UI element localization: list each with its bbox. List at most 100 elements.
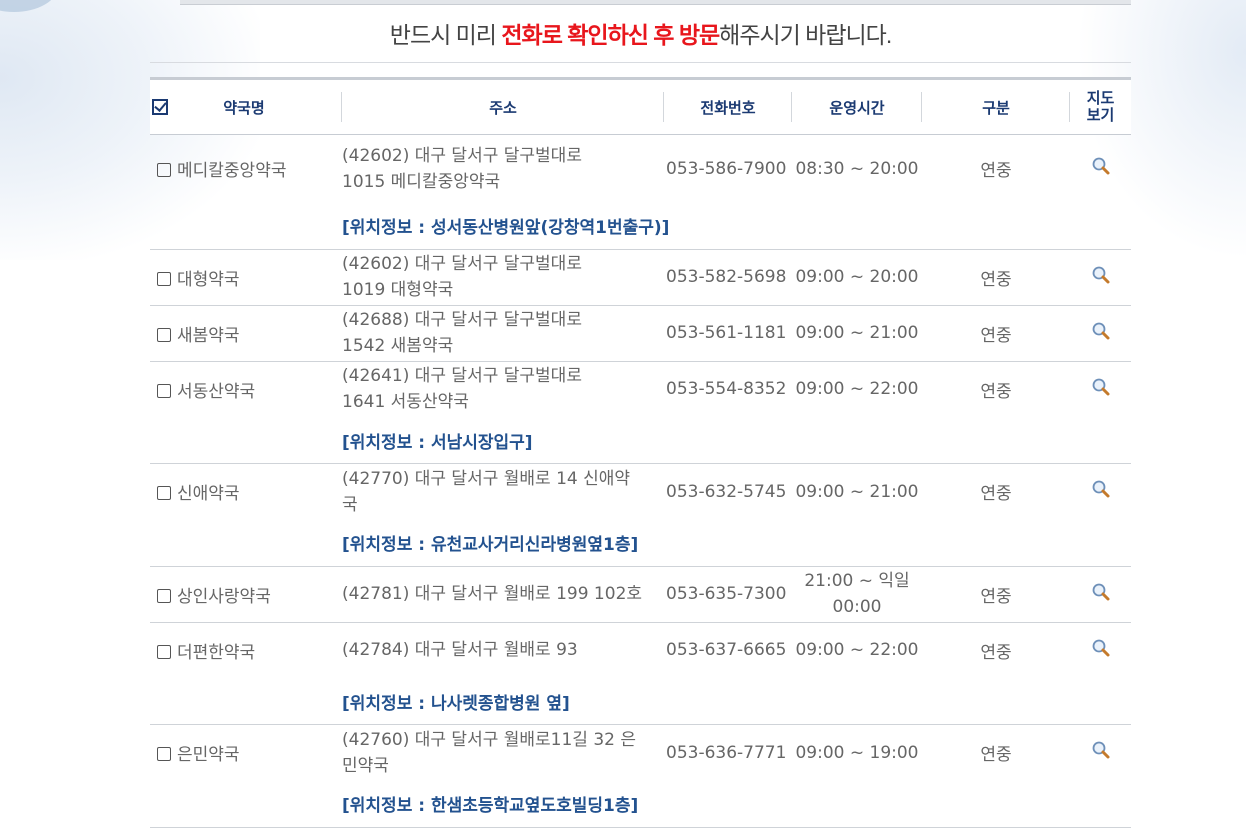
address-line-2: 1015 메디칼중앙약국 <box>342 171 501 192</box>
map-view-button[interactable] <box>1091 480 1111 504</box>
map-view-button[interactable] <box>1091 583 1111 607</box>
header-category: 구분 <box>922 77 1070 135</box>
hours-cell: 09:00 ~ 20:00 <box>792 249 922 306</box>
hours-line-1: 09:00 ~ 19:00 <box>795 742 919 763</box>
phone-number: 053-637-6665 <box>666 640 787 661</box>
location-row: [위치정보 : 성서동산병원앞(강창역1번출구)] <box>150 202 1131 250</box>
pharmacy-name: 더편한약국 <box>177 642 256 663</box>
phone-cell: 053-561-1181 <box>664 305 792 362</box>
hours-cell: 21:00 ~ 익일 00:00 <box>792 566 922 623</box>
hours-line-1: 09:00 ~ 21:00 <box>795 481 919 502</box>
map-cell <box>1070 361 1131 417</box>
category-cell: 연중 <box>922 464 1070 520</box>
hours-cell: 08:30 ~ 20:00 <box>792 135 922 203</box>
category-label: 연중 <box>980 484 1012 505</box>
row-checkbox[interactable] <box>157 588 171 603</box>
map-cell <box>1070 464 1131 520</box>
map-cell <box>1070 725 1131 781</box>
magnifier-icon <box>1092 378 1109 396</box>
header-address: 주소 <box>342 77 664 135</box>
row-checkbox[interactable] <box>157 747 171 762</box>
table-row: 상인사랑약국 (42781) 대구 달서구 월배로 199 102호 053-635… <box>150 566 1131 623</box>
location-row: [위치정보 : 유천교사거리신라병원옆1층] <box>150 519 1131 567</box>
notice-text-3: 해주시기 바랍니다. <box>719 22 892 48</box>
map-view-button[interactable] <box>1091 157 1111 181</box>
pharmacy-name-cell: 서동산약국 <box>150 361 342 417</box>
address-line-2: 국 <box>342 494 358 515</box>
phone-number: 053-554-8352 <box>666 379 787 400</box>
table-row: 메디칼중앙약국 (42602) 대구 달서구 달구벌대로 1015 메디칼중앙약국 0… <box>150 135 1131 203</box>
pharmacy-name-cell: 상인사랑약국 <box>150 566 342 623</box>
hours-cell: 09:00 ~ 21:00 <box>792 305 922 362</box>
map-view-button[interactable] <box>1091 322 1111 346</box>
category-cell: 연중 <box>922 249 1070 306</box>
phone-number: 053-582-5698 <box>666 267 787 287</box>
map-cell <box>1070 566 1131 623</box>
header-phone-label: 전화번호 <box>700 98 756 117</box>
pharmacy-name: 상인사랑약국 <box>177 586 271 607</box>
address-line-1: (42770) 대구 달서구 월배로 14 신애약 <box>342 468 631 489</box>
category-cell: 연중 <box>922 622 1070 678</box>
pharmacy-name-cell: 메디칼중앙약국 <box>150 135 342 203</box>
table-row: 서동산약국 (42641) 대구 달서구 달구벌대로 1641 서동산약국 053-5… <box>150 361 1131 417</box>
hours-cell: 09:00 ~ 21:00 <box>792 464 922 520</box>
phone-cell: 053-636-7771 <box>664 725 792 781</box>
pharmacy-name-cell: 더편한약국 <box>150 622 342 678</box>
category-label: 연중 <box>980 325 1012 346</box>
map-view-button[interactable] <box>1091 378 1111 402</box>
map-view-button[interactable] <box>1091 639 1111 663</box>
row-checkbox[interactable] <box>157 383 171 398</box>
category-cell: 연중 <box>922 305 1070 362</box>
category-label: 연중 <box>980 161 1012 182</box>
location-info: [위치정보 : 한샘초등학교옆도호빌딩1층] <box>342 796 639 816</box>
category-cell: 연중 <box>922 725 1070 781</box>
phone-cell: 053-586-7900 <box>664 135 792 203</box>
magnifier-icon <box>1092 583 1109 600</box>
row-checkbox[interactable] <box>157 163 171 178</box>
hours-cell: 09:00 ~ 19:00 <box>792 725 922 781</box>
map-view-button[interactable] <box>1091 741 1111 765</box>
hours-line-1: 09:00 ~ 22:00 <box>795 379 919 400</box>
pharmacy-name: 새봄약국 <box>177 325 240 346</box>
header-map-label-1: 지도 <box>1086 89 1115 107</box>
table-row: 은민약국 (42760) 대구 달서구 월배로11길 32 은 민약국 053-636… <box>150 725 1131 781</box>
location-info: [위치정보 : 유천교사거리신라병원옆1층] <box>342 535 639 555</box>
category-label: 연중 <box>980 381 1012 402</box>
notice-highlight-2: 확인하신 후 방문 <box>567 22 720 48</box>
header-name: 약국명 <box>150 77 342 135</box>
pharmacy-name-cell: 신애약국 <box>150 464 342 520</box>
header-hours: 운영시간 <box>792 77 922 135</box>
row-checkbox[interactable] <box>157 644 171 659</box>
row-checkbox[interactable] <box>157 271 171 286</box>
hours-line-1: 09:00 ~ 22:00 <box>795 640 919 661</box>
map-cell <box>1070 249 1131 306</box>
row-checkbox[interactable] <box>157 327 171 342</box>
phone-number: 053-561-1181 <box>666 323 787 343</box>
address-line-1: (42602) 대구 달서구 달구벌대로 <box>342 145 582 166</box>
magnifier-icon <box>1092 157 1109 175</box>
header-hours-label: 운영시간 <box>829 98 885 117</box>
table-row: 더편한약국 (42784) 대구 달서구 월배로 93 053-637-6665 09… <box>150 622 1131 678</box>
category-cell: 연중 <box>922 135 1070 203</box>
category-label: 연중 <box>980 642 1012 663</box>
row-checkbox[interactable] <box>157 486 171 501</box>
location-info: [위치정보 : 성서동산병원앞(강창역1번출구)] <box>342 218 670 238</box>
category-label: 연중 <box>980 586 1012 607</box>
address-line-1: (42641) 대구 달서구 달구벌대로 <box>342 366 582 387</box>
header-address-label: 주소 <box>489 98 517 117</box>
location-info: [위치정보 : 나사렛종합병원 옆] <box>342 693 570 714</box>
address-line-2: 1542 새봄약국 <box>342 336 454 356</box>
phone-cell: 053-582-5698 <box>664 249 792 306</box>
map-view-button[interactable] <box>1091 266 1111 290</box>
address-cell: (42784) 대구 달서구 월배로 93 <box>342 622 664 678</box>
address-line-2: 1641 서동산약국 <box>342 392 469 413</box>
hours-line-2: 00:00 <box>832 597 882 617</box>
category-cell: 연중 <box>922 361 1070 417</box>
address-line-1: (42688) 대구 달서구 달구벌대로 <box>342 310 582 330</box>
hours-line-1: 09:00 ~ 21:00 <box>795 323 919 343</box>
select-all-checkbox[interactable] <box>152 98 168 115</box>
magnifier-icon <box>1092 480 1109 498</box>
header-name-label: 약국명 <box>223 98 265 117</box>
address-cell: (42602) 대구 달서구 달구벌대로 1015 메디칼중앙약국 <box>342 135 664 203</box>
address-line-1: (42602) 대구 달서구 달구벌대로 <box>342 254 582 274</box>
